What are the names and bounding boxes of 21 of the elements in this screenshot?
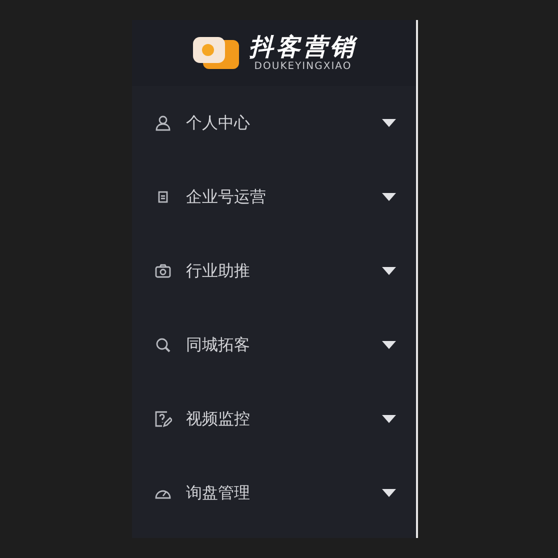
caret-icon — [382, 341, 396, 349]
user-icon — [156, 116, 170, 131]
caret-icon — [382, 119, 396, 127]
menu-item[interactable]: 行业助推 — [132, 234, 416, 308]
logo-icon — [191, 35, 241, 71]
logo-subtitle: DOUKEYINGXIAO — [254, 61, 352, 73]
caret-icon — [382, 267, 396, 275]
search-icon — [156, 338, 170, 352]
menu-item[interactable]: 询盘管理 — [132, 456, 416, 530]
caret-icon — [382, 415, 396, 423]
camera-icon — [155, 264, 171, 278]
caret-icon — [382, 489, 396, 497]
document-icon — [158, 191, 168, 203]
menu-item[interactable]: 视频监控 — [132, 382, 416, 456]
menu-item[interactable]: 同城拓客 — [132, 308, 416, 382]
caret-icon — [382, 193, 396, 201]
menu-item[interactable]: 企业号运营 — [132, 160, 416, 234]
gauge-icon — [155, 490, 171, 499]
menu-item[interactable]: 个人中心 — [132, 86, 416, 160]
help-edit-icon — [155, 411, 172, 428]
logo-title: 抖客营销 — [249, 33, 357, 61]
